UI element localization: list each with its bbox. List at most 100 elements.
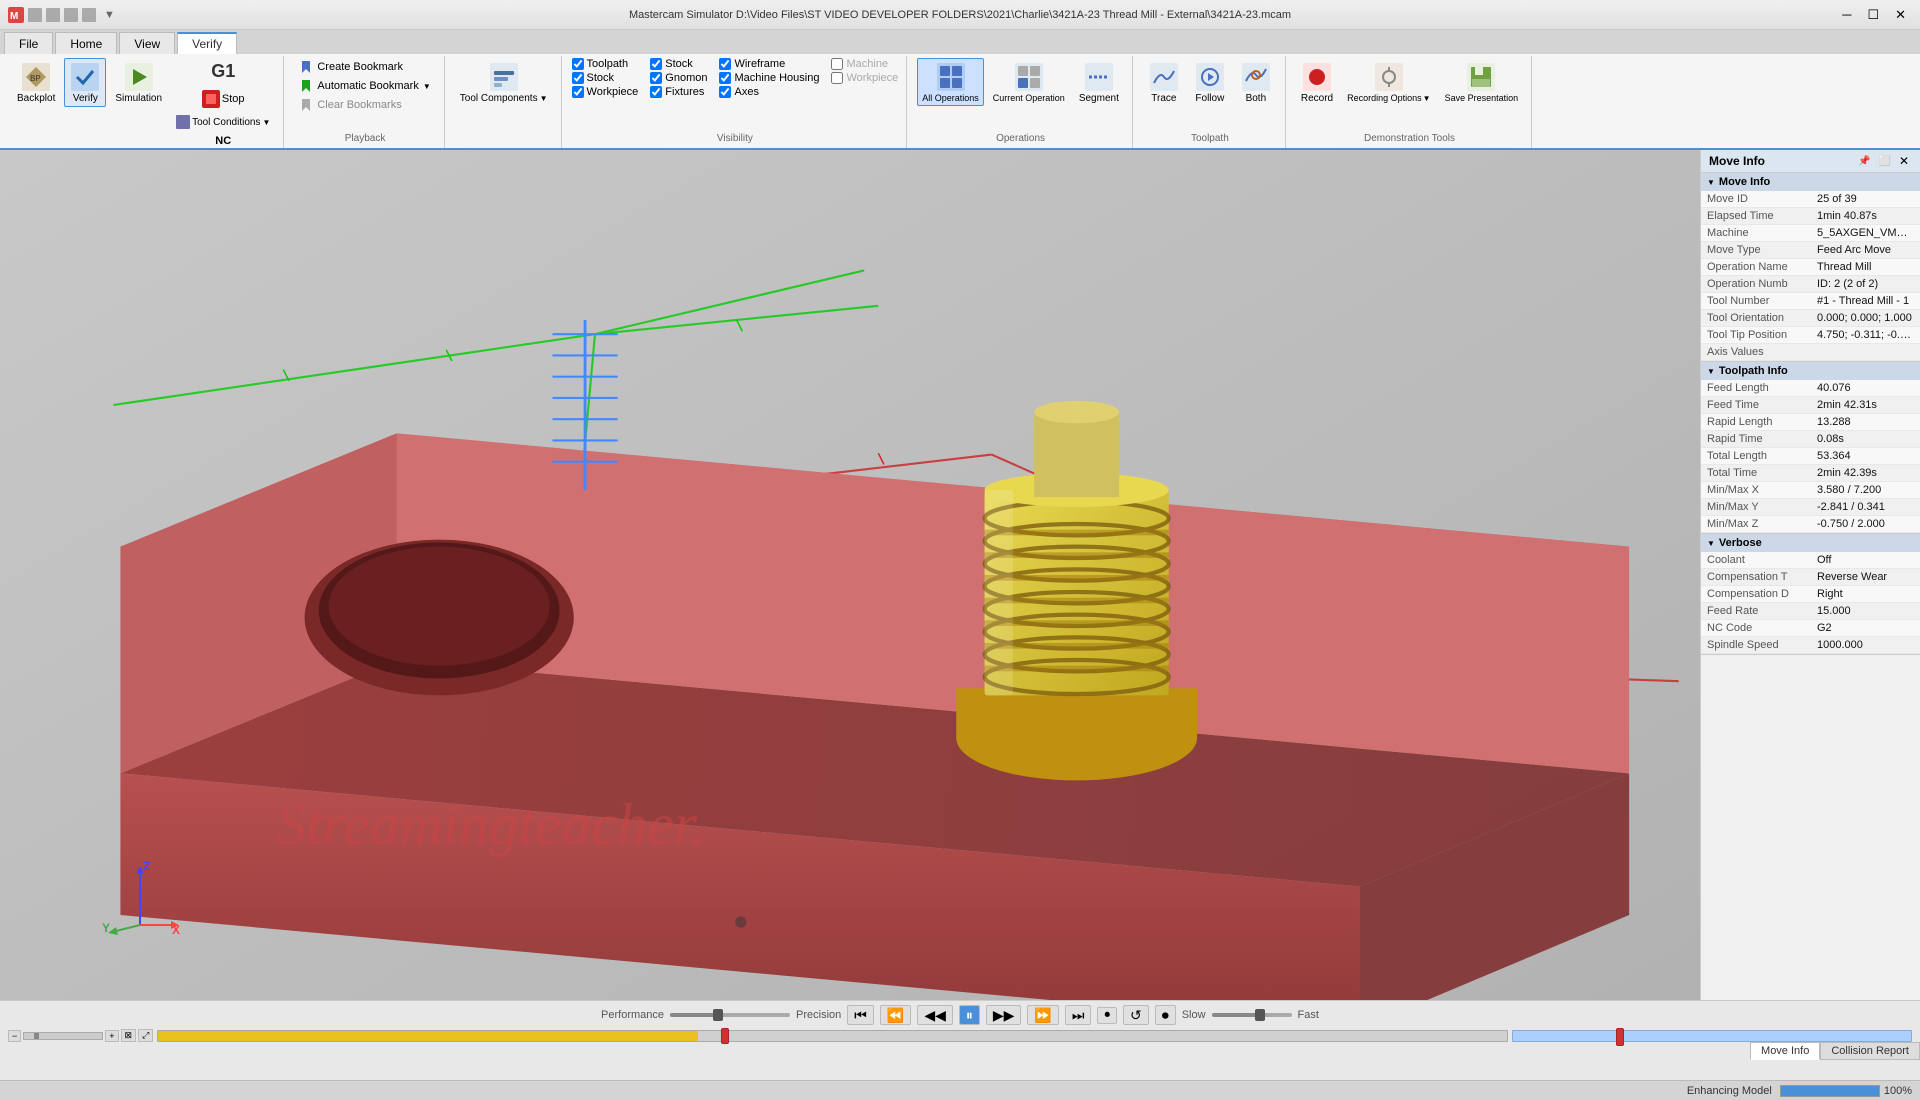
trace-button[interactable]: Trace xyxy=(1143,58,1185,107)
rewind-button[interactable]: ◀◀ xyxy=(917,1005,953,1025)
fast-forward-button[interactable]: ⏩ xyxy=(1027,1005,1058,1025)
tool-checkbox[interactable] xyxy=(572,72,584,84)
tabbar: File Home View Verify xyxy=(0,30,1920,54)
zoom-in-button[interactable]: + xyxy=(105,1030,118,1042)
nc-button[interactable]: NC xyxy=(210,133,236,149)
performance-slider[interactable] xyxy=(670,1013,790,1017)
ribbon-demo-tools-group: Record Recording Options ▼ xyxy=(1288,56,1532,148)
collision-report-tab[interactable]: Collision Report xyxy=(1820,1042,1920,1060)
toolbar-icon4[interactable] xyxy=(82,8,96,22)
toolbar-icon2[interactable] xyxy=(46,8,60,22)
automatic-bookmark-button[interactable]: Automatic Bookmark ▼ xyxy=(294,77,435,95)
svg-text:M: M xyxy=(10,11,18,22)
move-info-section-header[interactable]: Move Info xyxy=(1701,173,1920,191)
fixtures-checkbox[interactable] xyxy=(650,86,662,98)
viewport[interactable]: Streamingteacher. Z X xyxy=(0,150,1700,1000)
ribbon-mode-buttons: BP Backplot Verify xyxy=(12,58,275,149)
panel-close-button[interactable]: ✕ xyxy=(1896,154,1912,168)
row-spindle-speed: Spindle Speed 1000.000 xyxy=(1701,637,1920,654)
row-operation-number: Operation Numb ID: 2 (2 of 2) xyxy=(1701,276,1920,293)
clear-bookmarks-button[interactable]: Clear Bookmarks xyxy=(294,96,435,114)
gnomon-checkbox[interactable] xyxy=(719,72,731,84)
tool-components-button[interactable]: Tool Components ▼ xyxy=(455,58,553,107)
tool-conditions-icon xyxy=(176,115,190,129)
refresh-button[interactable]: ↺ xyxy=(1123,1005,1149,1025)
tab-file[interactable]: File xyxy=(4,32,53,54)
machine-housing-check-row: Workpiece xyxy=(831,72,898,84)
initial-stock-checkbox[interactable] xyxy=(650,72,662,84)
main-progress-track[interactable] xyxy=(157,1030,1508,1042)
current-operation-button[interactable]: Current Operation xyxy=(988,58,1070,106)
skip-start-button[interactable]: ⏮ xyxy=(847,1005,874,1025)
expand-button[interactable]: ⤢ xyxy=(138,1029,153,1042)
toolbar-icon3[interactable] xyxy=(64,8,78,22)
recording-options-button[interactable]: Recording Options ▼ xyxy=(1342,58,1435,106)
close-button[interactable]: ✕ xyxy=(1889,5,1912,25)
panel-pin-button[interactable]: 📌 xyxy=(1855,154,1873,168)
fit-button[interactable]: ⊠ xyxy=(121,1029,137,1042)
step-back-button[interactable]: ⏪ xyxy=(880,1005,911,1025)
move-info-tab[interactable]: Move Info xyxy=(1750,1042,1820,1060)
stop-icon xyxy=(202,90,220,108)
machine-housing-checkbox[interactable] xyxy=(831,72,843,84)
axis-indicator: Z X Y xyxy=(100,860,180,940)
toolpath-info-section-header[interactable]: Toolpath Info xyxy=(1701,362,1920,380)
machine-checkbox[interactable] xyxy=(831,58,843,70)
stop-button[interactable]: Stop xyxy=(197,87,250,111)
backplot-button[interactable]: BP Backplot xyxy=(12,58,60,107)
minimize-button[interactable]: ─ xyxy=(1836,5,1857,24)
toolpath-checkbox[interactable] xyxy=(572,58,584,70)
wireframe-checkbox[interactable] xyxy=(719,58,731,70)
progress-mini-controls: − + ⊠ ⤢ xyxy=(8,1029,153,1042)
watermark: Streamingteacher. xyxy=(276,791,705,857)
panel-header: Move Info 📌 ⬜ ✕ xyxy=(1701,150,1920,173)
play-forward-button[interactable]: ▶▶ xyxy=(986,1005,1022,1025)
follow-button[interactable]: Follow xyxy=(1189,58,1231,107)
titlebar-controls: ─ ☐ ✕ xyxy=(1836,5,1912,25)
bottom-area: Performance Precision ⏮ ⏪ ◀◀ ⏸ ▶▶ ⏩ ⏭ ⏺ … xyxy=(0,1000,1920,1080)
save-presentation-button[interactable]: Save Presentation xyxy=(1440,58,1524,106)
speed-slider[interactable] xyxy=(1212,1013,1292,1017)
bookmark-icon xyxy=(299,60,313,74)
both-icon xyxy=(1242,63,1270,91)
simulation-button[interactable]: Simulation xyxy=(110,58,167,107)
g1-button[interactable]: G1 xyxy=(204,58,242,85)
create-bookmark-button[interactable]: Create Bookmark xyxy=(294,58,435,76)
zoom-out-button[interactable]: − xyxy=(8,1030,21,1042)
stock-checkbox[interactable] xyxy=(650,58,662,70)
workpiece-checkbox[interactable] xyxy=(572,86,584,98)
tool-components-label xyxy=(455,129,553,144)
panel-controls: 📌 ⬜ ✕ xyxy=(1855,154,1912,168)
pause-button[interactable]: ⏸ xyxy=(959,1005,980,1025)
tool-components-icon xyxy=(490,63,518,91)
record-stop-button[interactable]: ⏺ xyxy=(1097,1007,1117,1024)
toolbar-icon1[interactable] xyxy=(28,8,42,22)
tab-verify[interactable]: Verify xyxy=(177,32,237,54)
secondary-progress-track[interactable] xyxy=(1512,1030,1912,1042)
record-button[interactable]: Record xyxy=(1296,58,1338,107)
both-button[interactable]: Both xyxy=(1235,58,1277,107)
verbose-section-header[interactable]: Verbose xyxy=(1701,534,1920,552)
row-compensation-type: Compensation T Reverse Wear xyxy=(1701,569,1920,586)
ribbon-playback-group: Create Bookmark Automatic Bookmark ▼ Cle… xyxy=(286,56,444,148)
row-feed-length: Feed Length 40.076 xyxy=(1701,380,1920,397)
tool-conditions-button[interactable]: Tool Conditions ▼ xyxy=(171,113,275,131)
row-axis-values: Axis Values xyxy=(1701,344,1920,361)
verbose-collapse-icon xyxy=(1707,537,1715,549)
visibility-col3: Wireframe Machine Housing Axes xyxy=(719,58,819,98)
window-title: Mastercam Simulator D:\Video Files\ST VI… xyxy=(629,9,1291,21)
maximize-button[interactable]: ☐ xyxy=(1861,5,1885,25)
segment-button[interactable]: Segment xyxy=(1074,58,1124,107)
tab-home[interactable]: Home xyxy=(55,32,117,54)
panel-undock-button[interactable]: ⬜ xyxy=(1875,154,1893,168)
secondary-marker xyxy=(1616,1028,1624,1046)
row-move-id: Move ID 25 of 39 xyxy=(1701,191,1920,208)
step-forward-button[interactable]: ⏺ xyxy=(1155,1005,1176,1025)
gnomon-check-row: Machine Housing xyxy=(719,72,819,84)
tab-view[interactable]: View xyxy=(119,32,175,54)
verify-button[interactable]: Verify xyxy=(64,58,106,107)
zoom-track[interactable] xyxy=(23,1032,103,1040)
all-operations-button[interactable]: All Operations xyxy=(917,58,984,106)
axes-checkbox[interactable] xyxy=(719,86,731,98)
skip-end-button[interactable]: ⏭ xyxy=(1065,1005,1092,1025)
